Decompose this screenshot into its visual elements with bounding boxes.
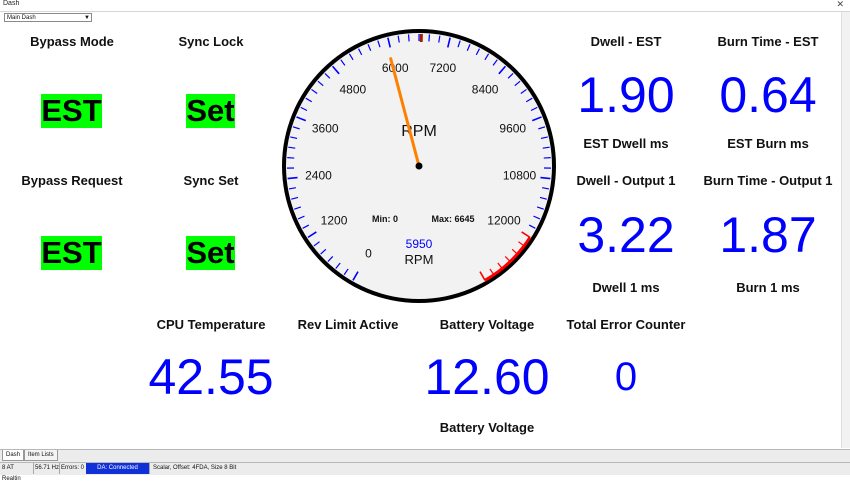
rev-limit-title: Rev Limit Active bbox=[288, 317, 408, 332]
tab-bar: Dash Item Lists bbox=[0, 449, 850, 462]
battery-caption: Battery Voltage bbox=[427, 420, 547, 435]
tab-item-lists[interactable]: Item Lists bbox=[24, 450, 58, 461]
tab-dash[interactable]: Dash bbox=[2, 450, 24, 461]
gauge-tick-label: 3600 bbox=[312, 121, 339, 135]
gauge-tick-label: 1200 bbox=[321, 214, 348, 228]
dwell-est-caption: EST Dwell ms bbox=[566, 136, 686, 151]
cpu-temp-value: 42.55 bbox=[131, 352, 291, 402]
dwell-out1-caption: Dwell 1 ms bbox=[566, 280, 686, 295]
status-rate: 56.71 Hz bbox=[33, 463, 60, 474]
gauge-tick bbox=[409, 34, 410, 41]
gauge-title: RPM bbox=[401, 123, 437, 140]
gauge-tick bbox=[429, 34, 430, 41]
gauge-tick-label: 12000 bbox=[487, 214, 521, 228]
gauge-tick-label: 8400 bbox=[472, 83, 499, 97]
dwell-out1-title: Dwell - Output 1 bbox=[566, 173, 686, 188]
burn-est-value: 0.64 bbox=[698, 70, 838, 120]
status-info: Scalar, Offset: 4FDA, Size 8 Bit bbox=[151, 463, 283, 474]
burn-out1-value: 1.87 bbox=[698, 210, 838, 260]
battery-value: 12.60 bbox=[407, 352, 567, 402]
gauge-tick-label: 7200 bbox=[429, 61, 456, 75]
dwell-est-value: 1.90 bbox=[556, 70, 696, 120]
gauge-hub bbox=[416, 163, 423, 170]
gauge-min: Min: 0 bbox=[372, 214, 398, 224]
gauge-tick bbox=[288, 178, 298, 179]
gauge-tick-label: 10800 bbox=[503, 169, 537, 183]
cpu-temp-title: CPU Temperature bbox=[146, 317, 276, 332]
gauge-value: 5950 bbox=[406, 237, 433, 251]
error-counter-title: Total Error Counter bbox=[561, 317, 691, 332]
gauge-tick bbox=[540, 178, 550, 179]
error-counter-value: 0 bbox=[586, 356, 666, 398]
burn-out1-caption: Burn 1 ms bbox=[703, 280, 833, 295]
burn-est-caption: EST Burn ms bbox=[703, 136, 833, 151]
dwell-out1-value: 3.22 bbox=[556, 210, 696, 260]
burn-out1-title: Burn Time - Output 1 bbox=[701, 173, 835, 188]
gauge-unit: RPM bbox=[405, 252, 434, 267]
status-connection: DA: Connected bbox=[86, 463, 150, 474]
battery-title: Battery Voltage bbox=[427, 317, 547, 332]
status-errors: Errors: 0 bbox=[59, 463, 87, 474]
burn-est-title: Burn Time - EST bbox=[703, 34, 833, 49]
status-device: 8 AT Realtin bbox=[0, 463, 34, 474]
gauge-tick-label: 9600 bbox=[499, 121, 526, 135]
gauge-tick-label: 0 bbox=[365, 246, 372, 260]
gauge-max: Max: 6645 bbox=[431, 214, 474, 224]
dwell-est-title: Dwell - EST bbox=[566, 34, 686, 49]
gauge-tick-label: 4800 bbox=[340, 83, 367, 97]
status-bar: 8 AT Realtin 56.71 Hz Errors: 0 DA: Conn… bbox=[0, 462, 850, 475]
gauge-tick-label: 2400 bbox=[305, 169, 332, 183]
